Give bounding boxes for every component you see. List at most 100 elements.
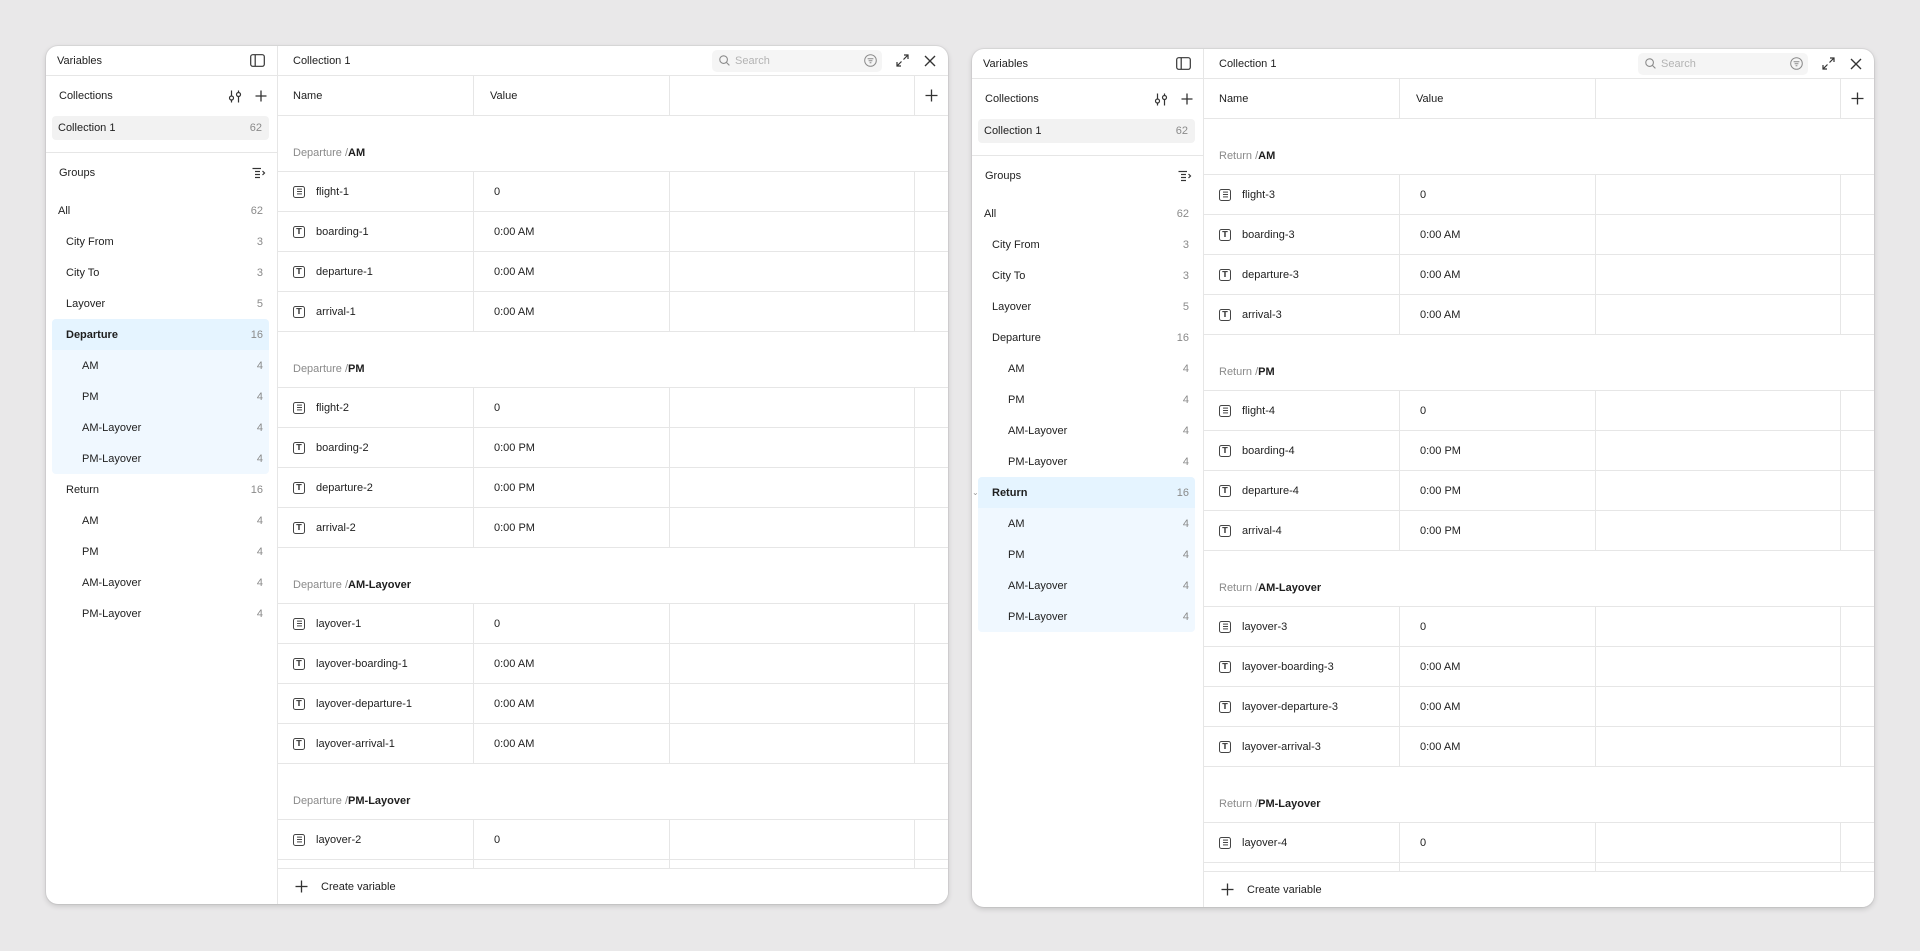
variable-value-cell[interactable]: 0:00 AM: [1400, 215, 1596, 254]
sidebar-group-item[interactable]: PM 4: [52, 536, 269, 567]
sidebar-group-item[interactable]: PM 4: [52, 381, 269, 412]
filter-icon[interactable]: [863, 54, 877, 68]
sidebar-group-item[interactable]: AM-Layover 4: [978, 415, 1195, 446]
variable-value-cell[interactable]: 0:00 AM: [474, 724, 670, 763]
variable-row[interactable]: Tdeparture-4 0:00 PM: [1204, 471, 1874, 511]
variable-name-cell[interactable]: Tarrival-4: [1204, 511, 1400, 550]
variable-row[interactable]: flight-3 0: [1204, 175, 1874, 215]
variable-value-cell[interactable]: 0:00 PM: [1400, 431, 1596, 470]
variable-name-cell[interactable]: Tlayover-departure-3: [1204, 687, 1400, 726]
add-collection-icon[interactable]: [1179, 91, 1195, 107]
variable-value-cell[interactable]: 0:00 AM: [1400, 687, 1596, 726]
variable-value-cell[interactable]: [474, 860, 670, 868]
filter-icon[interactable]: [1789, 57, 1803, 71]
variable-row[interactable]: flight-1 0: [278, 172, 948, 212]
variable-name-cell[interactable]: Tlayover-departure-1: [278, 684, 474, 723]
sidebar-group-item[interactable]: All 62: [52, 195, 269, 226]
chevron-down-icon[interactable]: ⌄: [972, 488, 979, 497]
variable-name-cell[interactable]: T: [278, 860, 474, 868]
variable-value-cell[interactable]: 0:00 AM: [474, 684, 670, 723]
variable-row[interactable]: layover-4 0: [1204, 823, 1874, 863]
variable-name-cell[interactable]: Tdeparture-3: [1204, 255, 1400, 294]
add-collection-icon[interactable]: [253, 88, 269, 104]
variable-name-cell[interactable]: Tboarding-2: [278, 428, 474, 467]
variable-value-cell[interactable]: 0:00 AM: [1400, 295, 1596, 334]
sidebar-group-item[interactable]: PM-Layover 4: [52, 598, 269, 629]
variable-value-cell[interactable]: 0:00 PM: [1400, 511, 1596, 550]
variable-name-cell[interactable]: T: [1204, 863, 1400, 871]
variable-row[interactable]: Tboarding-3 0:00 AM: [1204, 215, 1874, 255]
variable-value-cell[interactable]: 0:00 PM: [474, 428, 670, 467]
sidebar-group-item[interactable]: PM 4: [978, 539, 1195, 570]
add-mode-button[interactable]: [915, 76, 948, 115]
variable-value-cell[interactable]: [1400, 863, 1596, 871]
variable-name-cell[interactable]: layover-3: [1204, 607, 1400, 646]
variable-row[interactable]: T: [278, 860, 948, 868]
variable-row[interactable]: Tboarding-4 0:00 PM: [1204, 431, 1874, 471]
variable-value-cell[interactable]: 0: [1400, 823, 1596, 862]
sidebar-group-item[interactable]: Layover 5: [52, 288, 269, 319]
variable-value-cell[interactable]: 0: [1400, 607, 1596, 646]
sidebar-group-item[interactable]: PM-Layover 4: [978, 446, 1195, 477]
variable-value-cell[interactable]: 0: [474, 604, 670, 643]
create-variable-button[interactable]: Create variable: [1204, 871, 1874, 907]
variable-name-cell[interactable]: layover-4: [1204, 823, 1400, 862]
sidebar-group-item[interactable]: City From 3: [978, 229, 1195, 260]
create-variable-button[interactable]: Create variable: [278, 868, 948, 904]
variable-row[interactable]: Tarrival-3 0:00 AM: [1204, 295, 1874, 335]
variable-row[interactable]: Tdeparture-1 0:00 AM: [278, 252, 948, 292]
sidebar-group-item[interactable]: AM-Layover 4: [978, 570, 1195, 601]
variable-value-cell[interactable]: 0:00 AM: [474, 644, 670, 683]
expand-icon[interactable]: [894, 53, 910, 69]
variable-row[interactable]: Tlayover-arrival-3 0:00 AM: [1204, 727, 1874, 767]
variable-value-cell[interactable]: 0:00 AM: [474, 212, 670, 251]
adjust-collection-icon[interactable]: [227, 88, 243, 104]
variable-name-cell[interactable]: flight-3: [1204, 175, 1400, 214]
variable-row[interactable]: Tlayover-departure-3 0:00 AM: [1204, 687, 1874, 727]
sidebar-group-item[interactable]: ⌄ Return 16: [972, 477, 1195, 508]
variable-row[interactable]: Tlayover-departure-1 0:00 AM: [278, 684, 948, 724]
column-name-header[interactable]: Name: [278, 76, 474, 115]
variable-name-cell[interactable]: flight-4: [1204, 391, 1400, 430]
variable-row[interactable]: Tarrival-4 0:00 PM: [1204, 511, 1874, 551]
sidebar-group-item[interactable]: AM-Layover 4: [52, 567, 269, 598]
collection-item[interactable]: Collection 1 62: [978, 119, 1195, 143]
variable-row[interactable]: layover-3 0: [1204, 607, 1874, 647]
variable-value-cell[interactable]: 0:00 PM: [474, 468, 670, 507]
variable-name-cell[interactable]: layover-2: [278, 820, 474, 859]
variable-name-cell[interactable]: flight-2: [278, 388, 474, 427]
variable-value-cell[interactable]: 0: [474, 388, 670, 427]
variable-name-cell[interactable]: Tboarding-1: [278, 212, 474, 251]
variable-value-cell[interactable]: 0: [1400, 175, 1596, 214]
variable-name-cell[interactable]: Tlayover-arrival-3: [1204, 727, 1400, 766]
variable-name-cell[interactable]: Tlayover-boarding-1: [278, 644, 474, 683]
variable-row[interactable]: Tarrival-2 0:00 PM: [278, 508, 948, 548]
variable-value-cell[interactable]: 0:00 PM: [474, 508, 670, 547]
variable-name-cell[interactable]: flight-1: [278, 172, 474, 211]
search-input[interactable]: [1661, 57, 1784, 70]
variable-name-cell[interactable]: Tdeparture-1: [278, 252, 474, 291]
sidebar-group-item[interactable]: Layover 5: [978, 291, 1195, 322]
variable-row[interactable]: Tlayover-boarding-3 0:00 AM: [1204, 647, 1874, 687]
toggle-sidebar-icon[interactable]: [1175, 56, 1191, 72]
variable-name-cell[interactable]: Tlayover-boarding-3: [1204, 647, 1400, 686]
variable-value-cell[interactable]: 0: [1400, 391, 1596, 430]
variable-value-cell[interactable]: 0: [474, 172, 670, 211]
variable-name-cell[interactable]: Tboarding-4: [1204, 431, 1400, 470]
variable-name-cell[interactable]: Tarrival-3: [1204, 295, 1400, 334]
sidebar-group-item[interactable]: Departure 16: [978, 322, 1195, 353]
adjust-collection-icon[interactable]: [1153, 91, 1169, 107]
sidebar-group-item[interactable]: City From 3: [52, 226, 269, 257]
variable-row[interactable]: Tlayover-arrival-1 0:00 AM: [278, 724, 948, 764]
variable-row[interactable]: layover-1 0: [278, 604, 948, 644]
sidebar-group-item[interactable]: AM-Layover 4: [52, 412, 269, 443]
sidebar-group-item[interactable]: City To 3: [978, 260, 1195, 291]
variable-row[interactable]: Tarrival-1 0:00 AM: [278, 292, 948, 332]
variable-row[interactable]: Tboarding-2 0:00 PM: [278, 428, 948, 468]
variable-row[interactable]: Tdeparture-2 0:00 PM: [278, 468, 948, 508]
variable-value-cell[interactable]: 0:00 PM: [1400, 471, 1596, 510]
column-value-header[interactable]: Value: [474, 76, 670, 115]
sidebar-group-item[interactable]: City To 3: [52, 257, 269, 288]
variable-value-cell[interactable]: 0:00 AM: [474, 252, 670, 291]
collection-item[interactable]: Collection 1 62: [52, 116, 269, 140]
